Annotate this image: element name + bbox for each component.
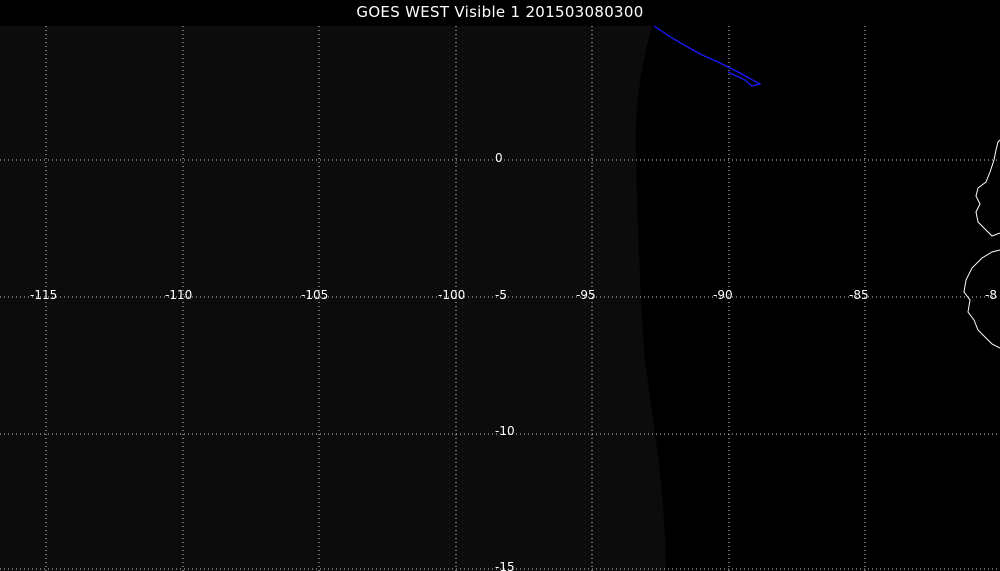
map-canvas: -115 -110 -105 -100 -95 -90 -85 -8 0 -5 … — [0, 25, 1000, 571]
longitude-label: -85 — [849, 288, 869, 302]
coastline — [963, 139, 1000, 349]
longitude-label: -115 — [30, 288, 57, 302]
boundary-line — [653, 25, 762, 87]
longitude-label: -110 — [165, 288, 192, 302]
longitude-label: -8 — [985, 288, 997, 302]
longitude-label: -105 — [301, 288, 328, 302]
satellite-map-view: -115 -110 -105 -100 -95 -90 -85 -8 0 -5 … — [0, 0, 1000, 571]
longitude-label: -90 — [713, 288, 733, 302]
imagery-night-region — [0, 26, 666, 571]
longitude-label: -95 — [576, 288, 596, 302]
image-title: GOES WEST Visible 1 201503080300 — [356, 3, 644, 21]
latitude-label: -15 — [495, 560, 515, 571]
latitude-label: -5 — [495, 288, 507, 302]
latitude-label: -10 — [495, 424, 515, 438]
latitude-label: 0 — [495, 151, 503, 165]
longitude-label: -100 — [438, 288, 465, 302]
